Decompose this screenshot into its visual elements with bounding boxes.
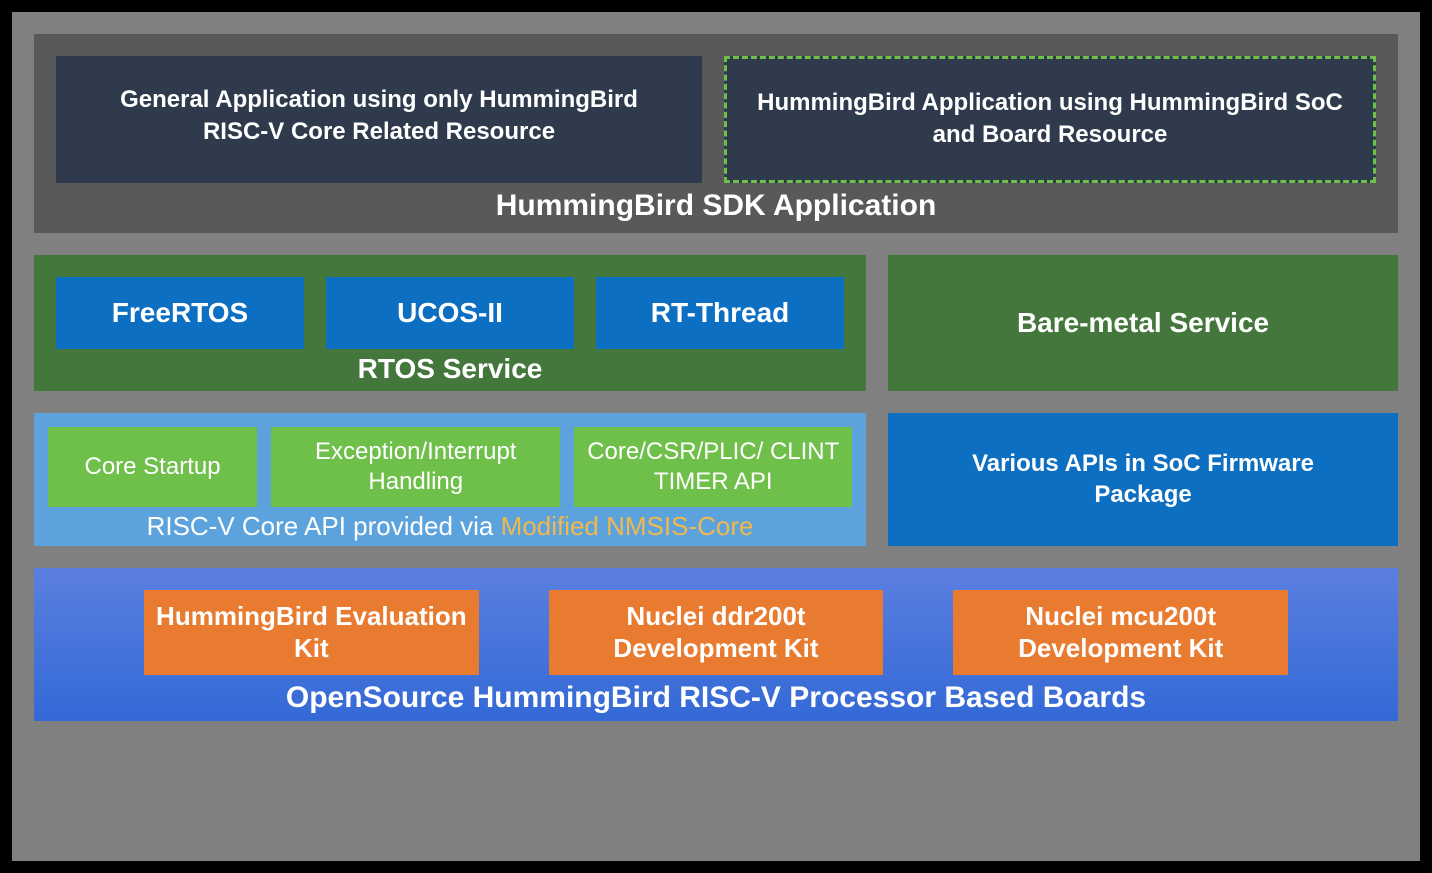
services-layer: FreeRTOS UCOS-II RT-Thread RTOS Service … (34, 255, 1398, 391)
board-nuclei-mcu200t: Nuclei mcu200t Development Kit (953, 590, 1288, 675)
rtos-item-freertos: FreeRTOS (56, 277, 304, 349)
board-hummingbird-evk: HummingBird Evaluation Kit (144, 590, 479, 675)
sdk-application-layer: General Application using only HummingBi… (34, 34, 1398, 233)
api-layer: Core Startup Exception/Interrupt Handlin… (34, 413, 1398, 546)
soc-firmware-api-box: Various APIs in SoC Firmware Package (888, 413, 1398, 546)
architecture-diagram: General Application using only HummingBi… (12, 12, 1420, 861)
riscv-core-api-box: Core Startup Exception/Interrupt Handlin… (34, 413, 866, 546)
exception-handling-box: Exception/Interrupt Handling (271, 427, 560, 507)
board-nuclei-ddr200t: Nuclei ddr200t Development Kit (549, 590, 884, 675)
general-application-box: General Application using only HummingBi… (56, 56, 702, 183)
core-api-title-prefix: RISC-V Core API provided via (147, 511, 501, 541)
rtos-service-title: RTOS Service (56, 349, 844, 385)
core-csr-plic-box: Core/CSR/PLIC/ CLINT TIMER API (574, 427, 852, 507)
core-api-title-accent: Modified NMSIS-Core (501, 511, 754, 541)
core-startup-box: Core Startup (48, 427, 257, 507)
boards-title: OpenSource HummingBird RISC-V Processor … (144, 675, 1288, 715)
rtos-item-ucosii: UCOS-II (326, 277, 574, 349)
baremetal-service-box: Bare-metal Service (888, 255, 1398, 391)
boards-layer: HummingBird Evaluation Kit Nuclei ddr200… (34, 568, 1398, 721)
riscv-core-api-title: RISC-V Core API provided via Modified NM… (48, 507, 852, 542)
soc-application-box: HummingBird Application using HummingBir… (724, 56, 1376, 183)
rtos-service-box: FreeRTOS UCOS-II RT-Thread RTOS Service (34, 255, 866, 391)
rtos-item-rtthread: RT-Thread (596, 277, 844, 349)
sdk-application-title: HummingBird SDK Application (56, 183, 1376, 225)
